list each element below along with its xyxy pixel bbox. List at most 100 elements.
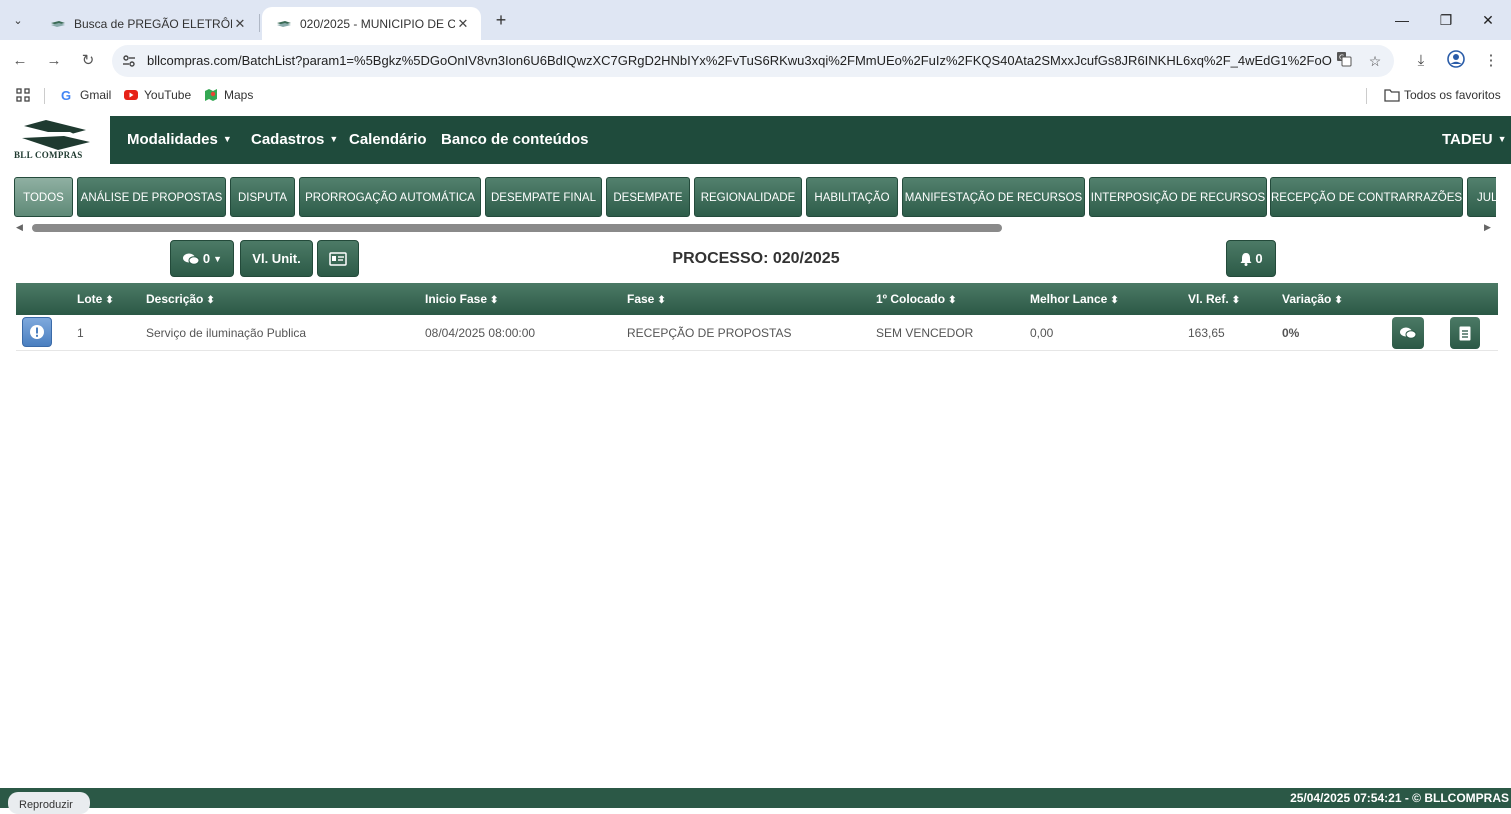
- menu-cadastros[interactable]: Cadastros ▼: [251, 131, 338, 148]
- table-row: 1 Serviço de iluminação Publica 08/04/20…: [16, 315, 1498, 351]
- id-card-icon: [329, 251, 347, 266]
- more-menu-icon[interactable]: ⋮: [1480, 50, 1502, 72]
- sort-icon: ⬍: [206, 295, 215, 306]
- col-label: Fase: [627, 292, 655, 306]
- cell-primeiro-colocado: SEM VENCEDOR: [876, 326, 974, 340]
- tab-manifestacao-recursos[interactable]: MANIFESTAÇÃO DE RECURSOS: [902, 177, 1085, 217]
- address-bar[interactable]: bllcompras.com/BatchList?param1=%5Bgkz%5…: [112, 45, 1394, 77]
- bookmark-gmail[interactable]: G Gmail: [60, 88, 111, 103]
- footer-timestamp: 25/04/2025 07:54:21 - © BLLCOMPRAS: [1290, 791, 1509, 805]
- col-label: Lote: [77, 292, 103, 306]
- phase-tab-bar: TODOS ANÁLISE DE PROPOSTAS DISPUTA PRORR…: [14, 177, 1496, 218]
- col-vl-ref[interactable]: Vl. Ref. ⬍: [1188, 292, 1240, 306]
- col-variacao[interactable]: Variação ⬍: [1282, 292, 1343, 306]
- notifications-count: 0: [1255, 251, 1263, 266]
- col-melhor-lance[interactable]: Melhor Lance ⬍: [1030, 292, 1119, 306]
- tab-habilitacao[interactable]: HABILITAÇÃO: [806, 177, 898, 217]
- sort-icon: ⬍: [1110, 295, 1119, 306]
- star-icon[interactable]: ☆: [1365, 51, 1385, 71]
- vl-unit-button[interactable]: Vl. Unit.: [240, 240, 313, 277]
- profile-icon[interactable]: [1445, 50, 1467, 72]
- notifications-button[interactable]: 0: [1226, 240, 1276, 277]
- messages-dropdown-button[interactable]: 0 ▼: [170, 240, 234, 277]
- reload-icon[interactable]: ↻: [76, 49, 100, 73]
- bookmark-label: YouTube: [144, 88, 192, 102]
- browser-tab-busca[interactable]: Busca de PREGÃO ELETRÔNICO ✕: [36, 7, 258, 40]
- browser-toolbar: ← → ↻ bllcompras.com/BatchList?param1=%5…: [0, 40, 1511, 82]
- bookmark-youtube[interactable]: YouTube: [124, 88, 191, 102]
- row-document-button[interactable]: [1450, 317, 1480, 349]
- col-lote[interactable]: Lote ⬍: [77, 292, 114, 306]
- sort-icon: ⬍: [948, 295, 957, 306]
- cell-variacao: 0%: [1282, 326, 1300, 340]
- table-header: Lote ⬍ Descrição ⬍ Inicio Fase ⬍ Fase ⬍ 1º C…: [16, 283, 1498, 315]
- bookmark-maps[interactable]: Maps: [204, 88, 253, 102]
- cell-lote: 1: [77, 326, 84, 340]
- col-label: Descrição: [146, 292, 204, 306]
- all-bookmarks-button[interactable]: Todos os favoritos: [1384, 88, 1501, 102]
- menu-modalidades[interactable]: Modalidades ▼: [127, 131, 232, 148]
- bll-logo-mark: [22, 120, 90, 150]
- cell-descricao: Serviço de iluminação Publica: [146, 326, 307, 340]
- col-fase[interactable]: Fase ⬍: [627, 292, 666, 306]
- window-close-icon[interactable]: ✕: [1468, 8, 1508, 32]
- tab-regionalidade[interactable]: REGIONALIDADE: [694, 177, 802, 217]
- youtube-icon: [124, 88, 138, 102]
- scroll-left-icon[interactable]: ◀: [16, 222, 23, 233]
- row-chat-button[interactable]: [1392, 317, 1424, 349]
- tab-desempate[interactable]: DESEMPATE: [606, 177, 690, 217]
- messages-count: 0: [202, 251, 211, 266]
- tab-prorrogacao-automatica[interactable]: PRORROGAÇÃO AUTOMÁTICA: [299, 177, 481, 217]
- tab-julgamento[interactable]: JUL: [1467, 177, 1496, 217]
- brand-caption: BLL COMPRAS: [14, 150, 83, 160]
- reproduzir-button[interactable]: Reproduzir: [8, 792, 90, 814]
- tab-desempate-final[interactable]: DESEMPATE FINAL: [485, 177, 602, 217]
- all-bookmarks-label: Todos os favoritos: [1404, 88, 1501, 102]
- forward-arrow-icon[interactable]: →: [42, 49, 66, 73]
- phase-tab-scrollbar[interactable]: ◀ ▶: [14, 222, 1496, 234]
- comments-icon: [1400, 327, 1417, 339]
- translate-icon[interactable]: G: [1334, 51, 1354, 71]
- page-footer: 25/04/2025 07:54:21 - © BLLCOMPRAS: [0, 788, 1511, 808]
- close-icon[interactable]: ✕: [232, 16, 248, 32]
- new-tab-button[interactable]: +: [490, 9, 512, 31]
- url-text: bllcompras.com/BatchList?param1=%5Bgkz%5…: [147, 53, 1332, 68]
- sort-icon: ⬍: [657, 295, 666, 306]
- col-primeiro-colocado[interactable]: 1º Colocado ⬍: [876, 292, 956, 306]
- user-name: TADEU: [1442, 131, 1493, 148]
- folder-icon: [1384, 88, 1400, 102]
- sort-icon: ⬍: [105, 295, 114, 306]
- tab-search-button[interactable]: ⌄: [6, 9, 30, 31]
- tab-analise-propostas[interactable]: ANÁLISE DE PROPOSTAS: [77, 177, 226, 217]
- info-button[interactable]: [22, 317, 52, 347]
- scrollbar-thumb[interactable]: [32, 224, 1002, 232]
- tab-recepcao-contrarrazoes[interactable]: RECEPÇÃO DE CONTRARRAZÕES: [1270, 177, 1463, 217]
- restore-icon[interactable]: ❐: [1426, 8, 1466, 32]
- browser-tab-processo[interactable]: 020/2025 - MUNICIPIO DE CON ✕: [262, 7, 481, 40]
- menu-calendario[interactable]: Calendário: [349, 131, 427, 148]
- back-arrow-icon[interactable]: ←: [8, 49, 32, 73]
- site-settings-icon[interactable]: [121, 53, 137, 69]
- tab-disputa[interactable]: DISPUTA: [230, 177, 295, 217]
- close-icon[interactable]: ✕: [455, 16, 471, 32]
- tab-todos[interactable]: TODOS: [14, 177, 73, 217]
- bll-logo[interactable]: BLL COMPRAS: [0, 116, 110, 164]
- cell-vl-ref: 163,65: [1188, 326, 1225, 340]
- processo-title: PROCESSO: 020/2025: [672, 250, 840, 267]
- minimize-icon[interactable]: —: [1382, 8, 1422, 32]
- comments-icon: [182, 253, 200, 265]
- bookmark-divider: [1366, 88, 1367, 104]
- tab-interposicao-recursos[interactable]: INTERPOSIÇÃO DE RECURSOS: [1089, 177, 1267, 217]
- sort-icon: ⬍: [490, 295, 499, 306]
- menu-banco-conteudos[interactable]: Banco de conteúdos: [441, 131, 589, 148]
- id-card-button[interactable]: [317, 240, 359, 277]
- scroll-right-icon[interactable]: ▶: [1484, 222, 1491, 233]
- col-descricao[interactable]: Descrição ⬍: [146, 292, 215, 306]
- tab-title: Busca de PREGÃO ELETRÔNICO: [74, 16, 232, 31]
- cell-melhor-lance: 0,00: [1030, 326, 1054, 340]
- bll-favicon: [50, 19, 66, 29]
- apps-grid-icon[interactable]: [16, 88, 30, 102]
- download-icon[interactable]: ⤓: [1410, 50, 1432, 72]
- user-menu[interactable]: TADEU ▼: [1442, 131, 1506, 148]
- col-inicio-fase[interactable]: Inicio Fase ⬍: [425, 292, 498, 306]
